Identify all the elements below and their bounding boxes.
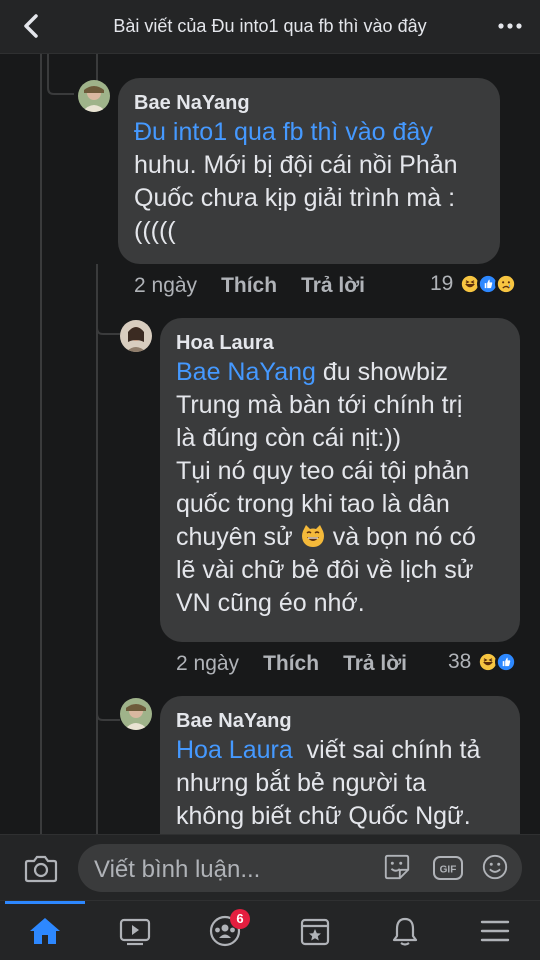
pages-icon: [300, 918, 330, 946]
comment-bubble[interactable]: Bae NaYang Đu into1 qua fb thì vào đây h…: [118, 78, 500, 264]
home-icon: [30, 918, 60, 944]
comment-line: viết sai chính tả: [292, 736, 481, 764]
active-tab-indicator: [5, 901, 85, 904]
comment-line: chuyên sử và bọn nó có: [176, 523, 476, 551]
comment-text: Bae NaYang đu showbiz Trung mà bàn tới c…: [176, 356, 504, 620]
emoji-icon[interactable]: [480, 853, 510, 881]
comment-line: đu showbiz: [315, 358, 448, 386]
comment-input-placeholder: Viết bình luận...: [94, 856, 261, 883]
comment-time: 2 ngày: [134, 274, 198, 297]
comment-line: VN cũng éo nhớ.: [176, 589, 365, 617]
comment-meta: 2 ngày Thích Trả lời 19: [134, 272, 526, 300]
tab-menu[interactable]: [450, 901, 540, 960]
avatar[interactable]: [78, 80, 110, 112]
mention-link[interactable]: Hoa Laura: [176, 736, 293, 764]
gif-icon[interactable]: GIF: [432, 854, 464, 882]
comment-line: (((((: [134, 217, 176, 245]
mention-link[interactable]: Bae NaYang: [176, 358, 316, 386]
thread-branch-line: [47, 54, 74, 95]
tab-notifications[interactable]: [360, 901, 450, 960]
like-reaction-icon: [495, 651, 518, 673]
comment-author[interactable]: Bae NaYang: [176, 708, 504, 734]
thread-branch-line: [96, 694, 120, 721]
avatar[interactable]: [120, 320, 152, 352]
notification-badge: 6: [230, 909, 250, 929]
comment-line: là đúng còn cái nịt:)): [176, 424, 402, 452]
tab-groups[interactable]: 6: [180, 901, 270, 960]
thread-branch-line: [96, 308, 120, 335]
comment-line: huhu. Mới bị đội cái nồi Phản: [134, 151, 458, 179]
mention-link[interactable]: Đu into1 qua fb thì vào đây: [134, 118, 433, 146]
thread-line: [40, 54, 42, 834]
notifications-icon: [392, 917, 418, 946]
comment-meta: 2 ngày Thích Trả lời 38: [176, 650, 526, 678]
comment-line: Tụi nó quy teo cái tội phản: [176, 457, 470, 485]
reply-button[interactable]: Trả lời: [301, 274, 365, 298]
watch-icon: [119, 918, 151, 946]
comment-line: không biết chữ Quốc Ngữ.: [176, 802, 471, 830]
comment-line: Quốc chưa kịp giải trình mà :: [134, 184, 456, 212]
comment-thread: Bae NaYang Đu into1 qua fb thì vào đây h…: [0, 54, 540, 834]
comment-line: lẽ vài chữ bẻ đôi về lịch sử: [176, 556, 474, 584]
comment-bubble[interactable]: Bae NaYang Hoa Laura viết sai chính tả n…: [160, 696, 520, 834]
comment-text: Đu into1 qua fb thì vào đây huhu. Mới bị…: [134, 116, 484, 248]
tab-pages[interactable]: [270, 901, 360, 960]
tab-watch[interactable]: [90, 901, 180, 960]
sticker-icon[interactable]: [382, 853, 412, 881]
back-arrow-icon[interactable]: [18, 12, 46, 40]
comment-line: quốc trong khi tao là dân: [176, 490, 450, 518]
top-bar: Bài viết của Đu into1 qua fb thì vào đây: [0, 0, 540, 54]
comment-author[interactable]: Hoa Laura: [176, 330, 504, 356]
reaction-count: 38: [448, 650, 472, 673]
thread-line: [96, 264, 98, 834]
comment-time: 2 ngày: [176, 652, 240, 675]
comment-composer: Viết bình luận... GIF: [0, 834, 540, 900]
comment-author[interactable]: Bae NaYang: [134, 90, 484, 116]
page-title: Bài viết của Đu into1 qua fb thì vào đây: [113, 16, 427, 36]
sad-emoji-icon: [495, 273, 518, 295]
reaction-summary[interactable]: 38: [448, 650, 518, 674]
menu-icon: [480, 920, 510, 942]
grinning-cat-emoji-icon: [301, 525, 324, 547]
bottom-tab-bar: 6: [0, 900, 540, 960]
comment-bubble[interactable]: Hoa Laura Bae NaYang đu showbiz Trung mà…: [160, 318, 520, 642]
comment-text: Hoa Laura viết sai chính tả nhưng bắt bẻ…: [176, 734, 504, 833]
reaction-count: 19: [430, 272, 454, 295]
reaction-summary[interactable]: 19: [430, 272, 518, 296]
svg-text:GIF: GIF: [440, 865, 457, 876]
comment-input[interactable]: Viết bình luận... GIF: [78, 844, 522, 892]
like-button[interactable]: Thích: [221, 274, 277, 298]
comment-line: Trung mà bàn tới chính trị: [176, 391, 463, 419]
comment-line: nhưng bắt bẻ người ta: [176, 769, 427, 797]
like-button[interactable]: Thích: [263, 652, 319, 676]
camera-icon[interactable]: [24, 853, 58, 883]
avatar[interactable]: [120, 698, 152, 730]
tab-home[interactable]: [0, 901, 90, 960]
reply-button[interactable]: Trả lời: [343, 652, 407, 676]
more-options-icon[interactable]: [498, 22, 522, 30]
